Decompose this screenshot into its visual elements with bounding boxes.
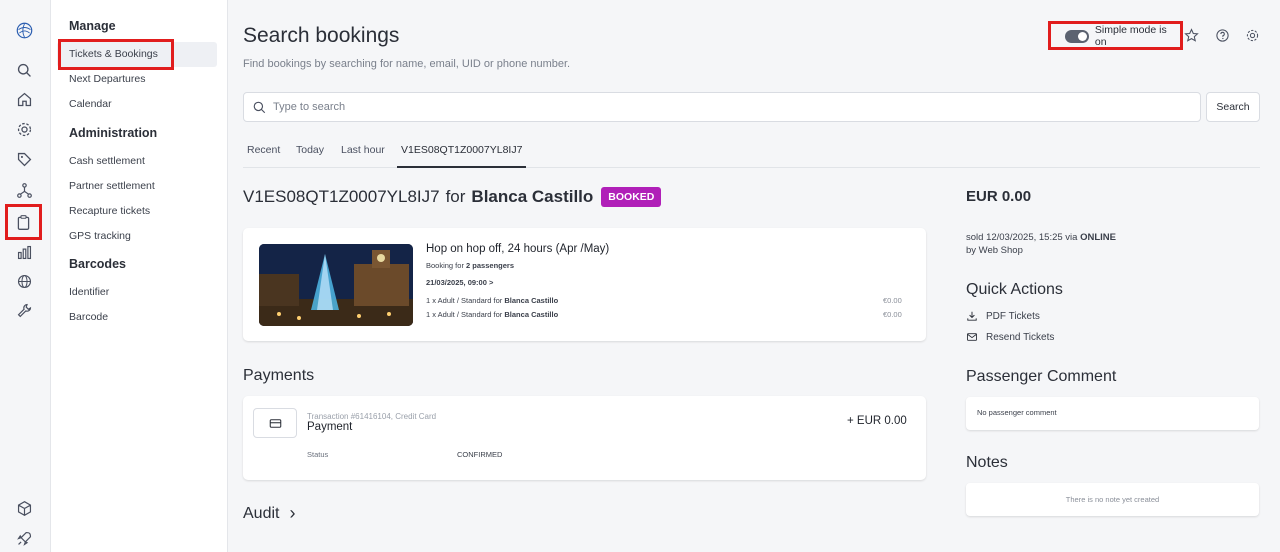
quick-actions-title: Quick Actions: [966, 281, 1063, 298]
passenger-comment-text: No passenger comment: [977, 408, 1057, 417]
booking-for-count: 2 passengers: [466, 261, 514, 270]
passenger-type: 1 x Adult / Standard for: [426, 296, 503, 305]
payment-status-value: CONFIRMED: [457, 450, 503, 459]
status-badge: BOOKED: [601, 187, 662, 207]
audit-title: Audit: [243, 505, 280, 522]
search-input[interactable]: [273, 101, 1200, 113]
tab-recent[interactable]: Recent: [243, 138, 284, 168]
tab-booking-uid[interactable]: V1ES08QT1Z0007YL8IJ7: [397, 138, 527, 168]
menu-item-identifier[interactable]: Identifier: [69, 286, 109, 298]
customer-name: Blanca Castillo: [471, 187, 594, 206]
transaction-info: Transaction #61416104, Credit Card: [307, 412, 437, 421]
menu-item-calendar[interactable]: Calendar: [69, 98, 112, 110]
credit-card-icon: [253, 408, 297, 438]
product-image: [259, 244, 413, 326]
settings-icon[interactable]: [8, 115, 40, 143]
page-subtitle: Find bookings by searching for name, ema…: [243, 58, 571, 70]
globe-icon[interactable]: [8, 267, 40, 295]
tab-last-hour[interactable]: Last hour: [337, 138, 389, 168]
sold-by: by Web Shop: [966, 245, 1023, 256]
simple-mode-toggle[interactable]: Simple mode is on: [1057, 24, 1181, 48]
payment-status-label: Status: [307, 450, 329, 459]
star-icon[interactable]: [1182, 26, 1200, 44]
sold-channel: ONLINE: [1080, 232, 1116, 243]
passenger-name: Blanca Castillo: [504, 310, 559, 319]
audit-toggle[interactable]: Audit ›: [243, 503, 296, 523]
passenger-price: €0.00: [883, 296, 902, 305]
gear-icon[interactable]: [1243, 26, 1261, 44]
payment-amount: + EUR 0.00: [847, 415, 907, 427]
tag-icon[interactable]: [8, 145, 40, 173]
booking-for-label: Booking for: [426, 261, 464, 270]
total-amount: EUR 0.00: [966, 188, 1032, 205]
sold-info: sold 12/03/2025, 15:25 via ONLINE by Web…: [966, 231, 1116, 257]
passenger-comment-title: Passenger Comment: [966, 368, 1117, 385]
logo-icon[interactable]: [8, 16, 40, 44]
payment-name: Payment: [307, 421, 353, 433]
booking-for-word: for: [445, 187, 466, 206]
product-card: Hop on hop off, 24 hours (Apr /May) Book…: [243, 228, 926, 341]
booking-uid: V1ES08QT1Z0007YL8IJ7: [243, 187, 440, 206]
menu-item-recapture-tickets[interactable]: Recapture tickets: [69, 205, 150, 217]
notes-empty-text: There is no note yet created: [1065, 495, 1160, 504]
chevron-right-icon: ›: [289, 503, 296, 523]
pdf-tickets-label: PDF Tickets: [986, 310, 1040, 322]
box-icon[interactable]: [8, 494, 40, 522]
page-title: Search bookings: [243, 24, 400, 47]
tab-bar: Recent Today Last hour V1ES08QT1Z0007YL8…: [243, 138, 1260, 168]
search-field[interactable]: [243, 92, 1201, 122]
menu-item-gps-tracking[interactable]: GPS tracking: [69, 230, 131, 242]
section-manage: Manage: [69, 19, 116, 33]
help-icon[interactable]: [1213, 26, 1231, 44]
notes-card[interactable]: There is no note yet created: [966, 483, 1259, 516]
search-button[interactable]: Search: [1206, 92, 1260, 122]
resend-tickets-action[interactable]: Resend Tickets: [966, 331, 1054, 343]
menu-item-cash-settlement[interactable]: Cash settlement: [69, 155, 145, 167]
search-icon[interactable]: [8, 56, 40, 84]
wrench-icon[interactable]: [8, 296, 40, 324]
tab-today[interactable]: Today: [292, 138, 328, 168]
simple-mode-label: Simple mode is on: [1094, 24, 1167, 48]
bar-chart-icon[interactable]: [8, 238, 40, 266]
rocket-icon[interactable]: [8, 524, 40, 552]
menu-item-tickets-bookings[interactable]: Tickets & Bookings: [57, 42, 217, 67]
home-icon[interactable]: [8, 85, 40, 113]
clipboard-icon[interactable]: [5, 204, 42, 240]
mail-icon: [967, 333, 977, 341]
menu-item-barcode[interactable]: Barcode: [69, 311, 108, 323]
passenger-type: 1 x Adult / Standard for: [426, 310, 503, 319]
booking-heading: V1ES08QT1Z0007YL8IJ7 for Blanca Castillo…: [243, 187, 662, 207]
section-administration: Administration: [69, 126, 158, 140]
resend-tickets-label: Resend Tickets: [986, 331, 1055, 343]
booking-for: Booking for 2 passengers: [426, 261, 514, 270]
notes-title: Notes: [966, 454, 1008, 471]
departure-datetime[interactable]: 21/03/2025, 09:00 >: [426, 278, 493, 287]
passenger-line: 1 x Adult / Standard for Blanca Castillo: [426, 296, 558, 305]
search-icon: [253, 101, 266, 113]
payments-title: Payments: [243, 367, 315, 384]
sold-date: sold 12/03/2025, 15:25 via: [966, 232, 1078, 243]
network-icon[interactable]: [8, 176, 40, 204]
passenger-line: 1 x Adult / Standard for Blanca Castillo: [426, 310, 558, 319]
passenger-price: €0.00: [883, 310, 902, 319]
payment-card: Transaction #61416104, Credit Card Payme…: [243, 396, 926, 480]
passenger-comment-card: No passenger comment: [966, 397, 1259, 430]
icon-rail: [0, 0, 51, 552]
submenu: Manage Tickets & Bookings Next Departure…: [51, 0, 228, 552]
menu-item-next-departures[interactable]: Next Departures: [69, 73, 145, 85]
download-icon: [967, 311, 977, 321]
passenger-name: Blanca Castillo: [504, 296, 559, 305]
pdf-tickets-action[interactable]: PDF Tickets: [966, 310, 1040, 322]
menu-item-partner-settlement[interactable]: Partner settlement: [69, 180, 155, 192]
toggle-switch[interactable]: [1065, 29, 1089, 43]
main-content: Search bookings Find bookings by searchi…: [228, 0, 1280, 552]
section-barcodes: Barcodes: [69, 257, 126, 271]
product-title: Hop on hop off, 24 hours (Apr /May): [426, 243, 610, 255]
